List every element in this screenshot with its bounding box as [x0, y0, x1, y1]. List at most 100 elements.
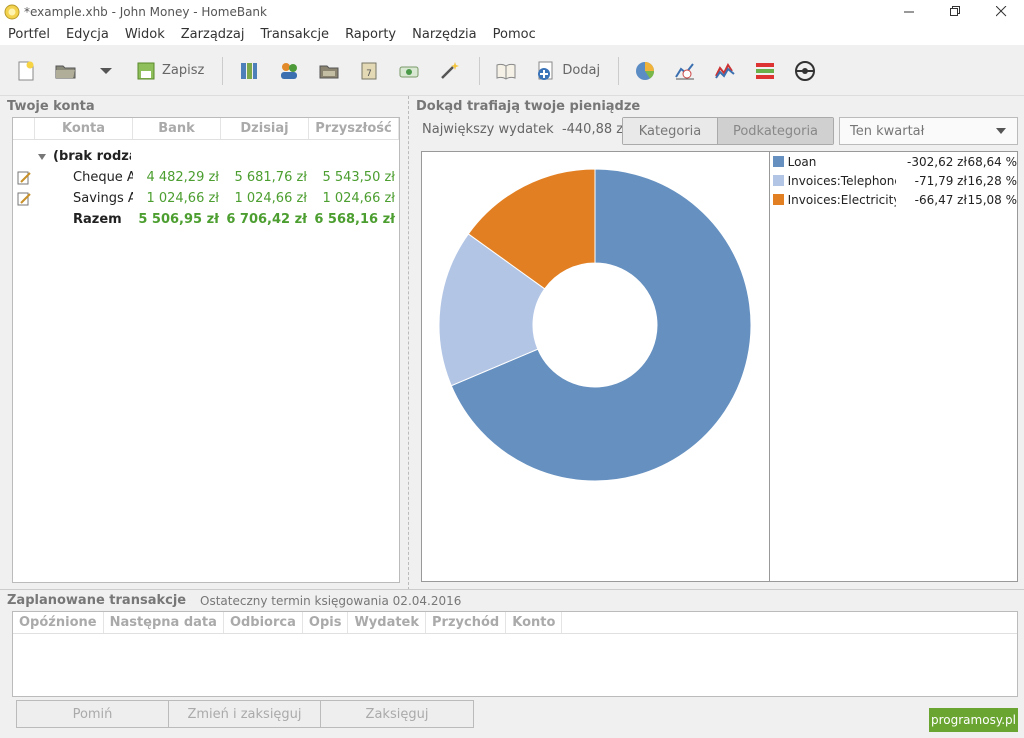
period-select[interactable]: Ten kwartał [839, 117, 1018, 145]
skip-button[interactable]: Pomiń [17, 701, 169, 727]
pane-splitter[interactable] [408, 96, 412, 590]
payees-button[interactable] [271, 53, 307, 89]
post-button[interactable]: Zaksięguj [321, 701, 473, 727]
budget-button[interactable] [391, 53, 427, 89]
title-bar: *example.xhb - John Money - HomeBank [0, 0, 1024, 23]
tab-category[interactable]: Kategoria [623, 118, 717, 144]
edit-and-post-button[interactable]: Zmień i zaksięguj [169, 701, 321, 727]
total-bank-balance: 5 506,95 zł [138, 212, 219, 227]
menu-transakcje[interactable]: Transakcje [252, 27, 337, 42]
add-transaction-button[interactable]: Dodaj [528, 53, 606, 89]
legend-item[interactable]: Loan -302,62 zł 68,64 % [770, 152, 1017, 171]
archives-button[interactable]: 7 [351, 53, 387, 89]
column-header-income[interactable]: Przychód [426, 612, 507, 633]
table-row[interactable]: Cheque Account 4 482,29 zł 5 681,76 zł 5… [13, 167, 399, 188]
account-bank-balance: 4 482,29 zł [146, 170, 219, 185]
total-row: Razem 5 506,95 zł 6 706,42 zł 6 568,16 z… [13, 209, 399, 230]
account-group-row[interactable]: (brak rodzaju) [13, 146, 399, 167]
menu-portfel[interactable]: Portfel [0, 27, 58, 42]
total-today-balance: 6 706,42 zł [226, 212, 307, 227]
column-header-overdue[interactable]: Opóźnione [13, 612, 104, 633]
assign-button[interactable] [431, 53, 467, 89]
open-recent-dropdown[interactable] [88, 53, 124, 89]
menu-widok[interactable]: Widok [117, 27, 173, 42]
menu-narzedzia[interactable]: Narzędzia [404, 27, 485, 42]
column-header-payee[interactable]: Odbiorca [224, 612, 303, 633]
open-folder-icon [55, 65, 76, 78]
total-future-balance: 6 568,16 zł [314, 212, 395, 227]
account-bank-balance: 1 024,66 zł [146, 191, 219, 206]
pie-chart-icon [636, 61, 655, 80]
people-icon [281, 62, 298, 79]
maximize-button[interactable] [932, 0, 978, 23]
accounts-table: Konta Bank Dzisiaj Przyszłość (brak rodz… [12, 117, 400, 583]
category-toggle: Kategoria Podkategoria [622, 117, 834, 145]
column-header-expense[interactable]: Wydatek [348, 612, 427, 633]
period-select-value: Ten kwartał [850, 123, 925, 139]
toolbar-separator [618, 56, 620, 85]
horizontal-splitter[interactable] [0, 589, 1024, 590]
legend-percent: 15,08 % [967, 192, 1018, 207]
chevron-down-icon [996, 128, 1006, 134]
spending-chart [421, 151, 770, 582]
column-header-bank[interactable]: Bank [133, 118, 221, 139]
menu-bar: Portfel Edycja Widok Zarządzaj Transakcj… [0, 23, 1024, 45]
account-today-balance: 5 681,76 zł [234, 170, 307, 185]
restore-icon [949, 6, 960, 16]
close-icon [995, 6, 1006, 17]
account-group-label: (brak rodzaju) [53, 149, 131, 164]
legend-value: -71,79 zł [914, 173, 967, 188]
tab-subcategory[interactable]: Podkategoria [717, 118, 833, 144]
vehicle-cost-report-button[interactable] [787, 53, 823, 89]
legend-item[interactable]: Invoices:Electricity -66,47 zł 15,08 % [770, 190, 1017, 209]
account-name: Savings Account [73, 191, 133, 206]
top-spending-label: Największy wydatek [422, 122, 554, 137]
donut-chart[interactable] [422, 152, 769, 581]
magic-wand-icon [441, 61, 460, 79]
legend-item[interactable]: Invoices:Telephone -71,79 zł 16,28 % [770, 171, 1017, 190]
column-header-accounts[interactable]: Konta [35, 118, 133, 139]
account-future-balance: 1 024,66 zł [322, 191, 395, 206]
total-label: Razem [73, 212, 122, 227]
minimize-button[interactable] [886, 0, 932, 23]
column-header-future[interactable]: Przyszłość [309, 118, 399, 139]
accounts-button[interactable] [231, 53, 267, 89]
scheduled-table-header: Opóźnione Następna data Odbiorca Opis Wy… [13, 612, 1017, 634]
categories-button[interactable] [311, 53, 347, 89]
scheduled-subtitle: Ostateczny termin księgowania 02.04.2016 [200, 594, 462, 608]
open-file-button[interactable] [48, 53, 84, 89]
menu-raporty[interactable]: Raporty [337, 27, 404, 42]
book-open-icon [496, 63, 516, 80]
close-button[interactable] [978, 0, 1024, 23]
scheduled-title: Zaplanowane transakcje [7, 593, 187, 608]
legend-label: Invoices:Electricity [787, 192, 896, 207]
column-icon-header[interactable] [13, 118, 35, 139]
top-spending-value: -440,88 zł [561, 122, 627, 137]
trend-time-report-button[interactable] [667, 53, 703, 89]
column-header-memo[interactable]: Opis [303, 612, 349, 633]
balance-report-button[interactable] [707, 53, 743, 89]
top-spending-summary: Największy wydatek -440,88 zł [422, 122, 627, 137]
edit-note-icon[interactable] [16, 170, 32, 186]
statistics-report-button[interactable] [627, 53, 663, 89]
legend-label: Invoices:Telephone [787, 173, 896, 188]
column-header-account[interactable]: Konto [506, 612, 563, 633]
open-register-button[interactable] [488, 53, 524, 89]
column-header-today[interactable]: Dzisiaj [221, 118, 309, 139]
window-title: *example.xhb - John Money - HomeBank [24, 4, 267, 19]
save-label: Zapisz [162, 63, 205, 78]
new-file-button[interactable] [8, 53, 44, 89]
menu-zarzadzaj[interactable]: Zarządzaj [173, 27, 253, 42]
chevron-down-icon [100, 67, 112, 74]
menu-pomoc[interactable]: Pomoc [485, 27, 544, 42]
menu-edycja[interactable]: Edycja [58, 27, 117, 42]
table-row[interactable]: Savings Account 1 024,66 zł 1 024,66 zł … [13, 188, 399, 209]
edit-note-icon[interactable] [16, 191, 32, 207]
calendar-icon: 7 [361, 62, 377, 79]
column-header-next-date[interactable]: Następna data [104, 612, 224, 633]
books-icon [241, 62, 258, 79]
budget-report-button[interactable] [747, 53, 783, 89]
minimize-icon [903, 11, 914, 13]
expander-down-icon[interactable] [37, 152, 47, 162]
save-button[interactable]: Zapisz [128, 53, 210, 89]
